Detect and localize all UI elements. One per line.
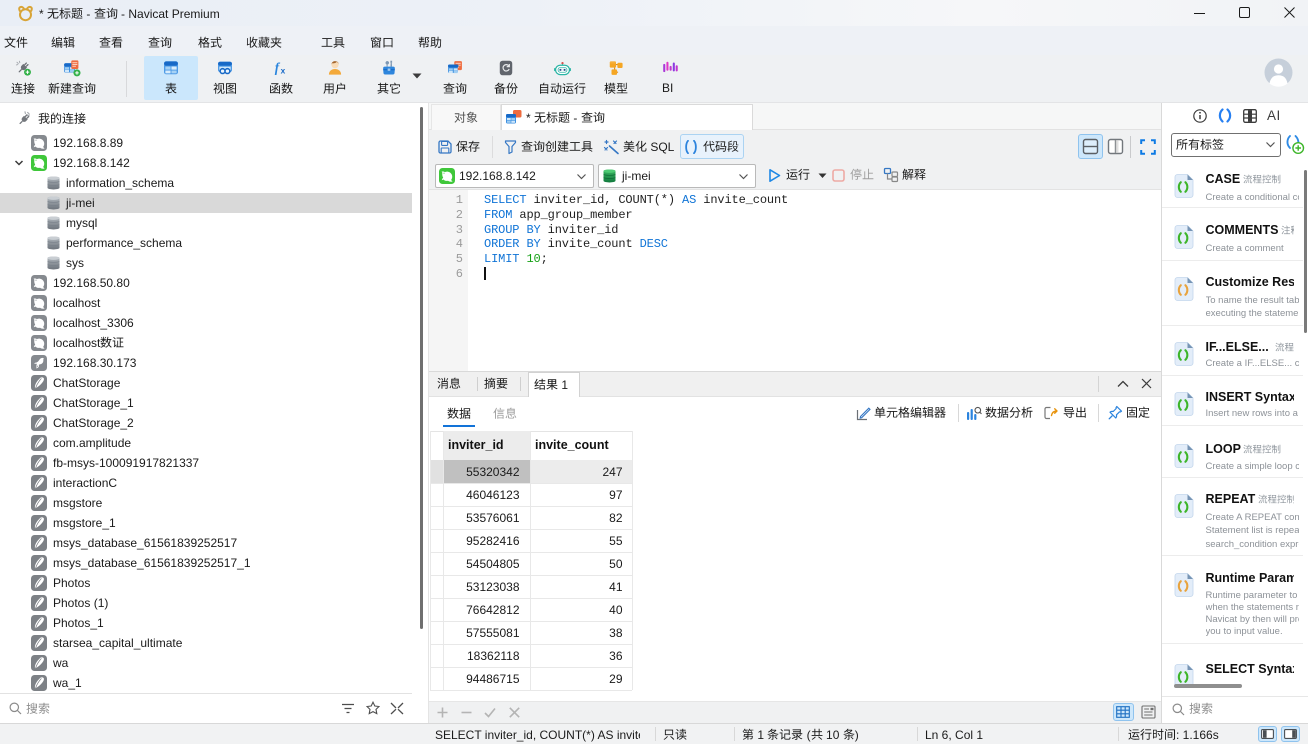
svg-text:f: f <box>275 60 281 75</box>
svg-text:x: x <box>281 65 286 75</box>
